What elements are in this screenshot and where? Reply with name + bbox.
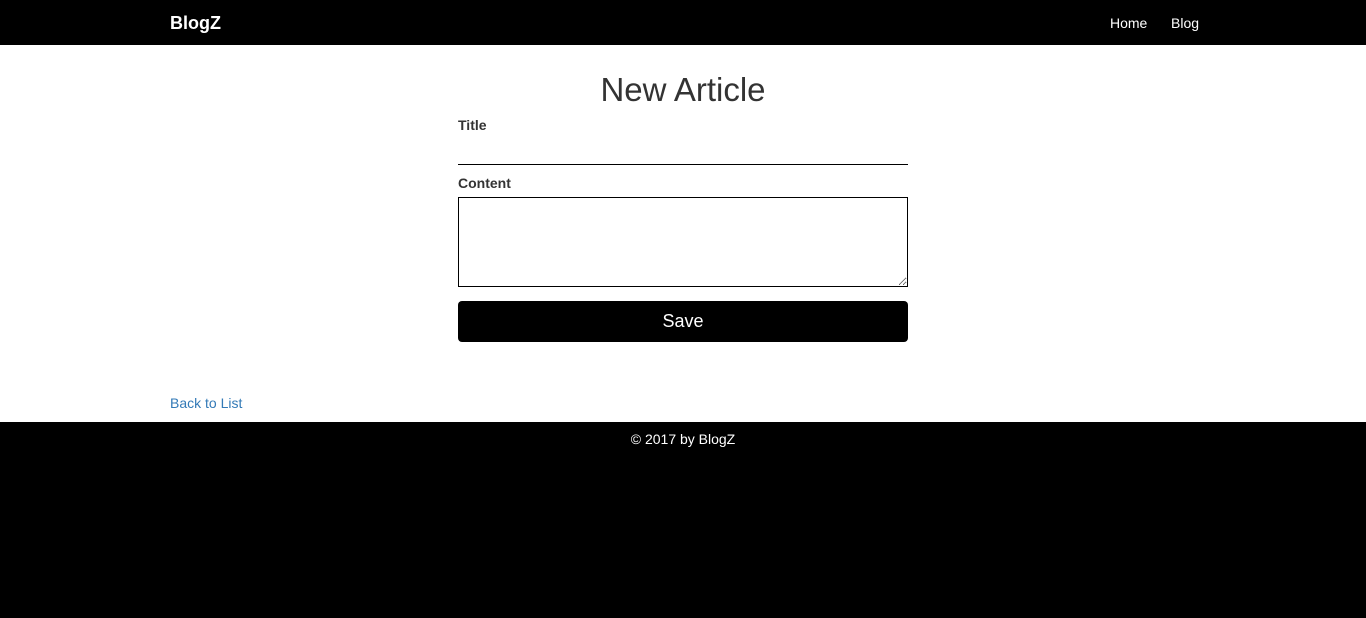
brand-link[interactable]: BlogZ xyxy=(170,13,221,33)
navbar: BlogZ Home Blog xyxy=(1,0,1365,45)
content-label: Content xyxy=(458,175,511,191)
save-button[interactable]: Save xyxy=(458,301,908,342)
footer: © 2017 by BlogZ xyxy=(0,422,1366,618)
content-textarea[interactable] xyxy=(458,197,908,287)
page-title: New Article xyxy=(600,71,766,108)
nav-link-blog[interactable]: Blog xyxy=(1171,15,1199,31)
nav-link-home[interactable]: Home xyxy=(1110,15,1147,31)
title-label: Title xyxy=(458,117,487,133)
title-input[interactable] xyxy=(458,141,908,165)
back-to-list-link[interactable]: Back to List xyxy=(170,395,242,411)
main-content: New Article Title Content Save Back to L… xyxy=(0,45,1366,422)
footer-copyright: © 2017 by BlogZ xyxy=(630,431,736,447)
